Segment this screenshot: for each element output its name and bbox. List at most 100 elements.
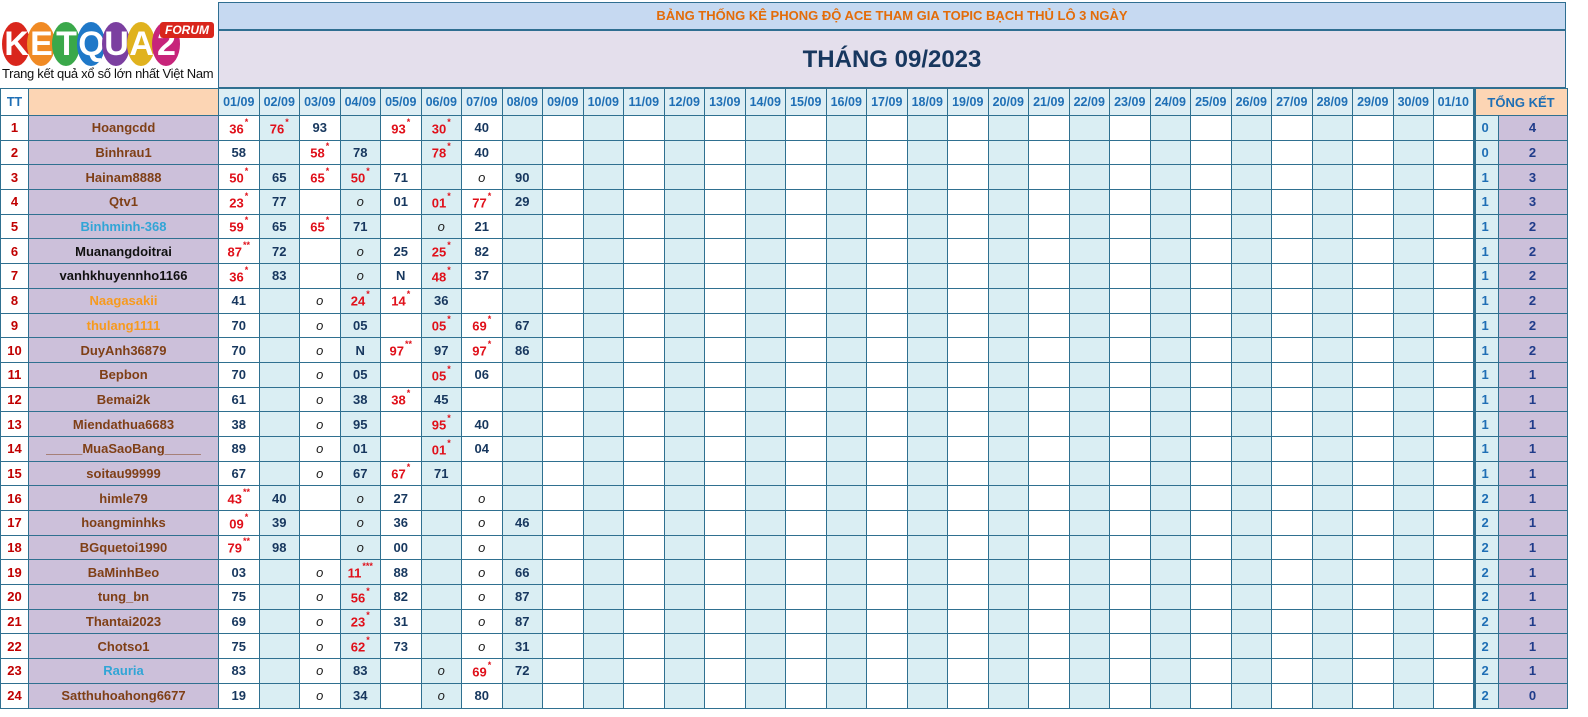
member-name[interactable]: hoangminhks: [28, 510, 219, 536]
day-cell: [1352, 386, 1394, 413]
day-cell: [1433, 534, 1475, 561]
member-name[interactable]: Binhminh-368: [28, 213, 219, 240]
day-cell: 65: [258, 213, 300, 240]
day-value: o: [316, 465, 324, 481]
day-cell: 37: [461, 263, 503, 289]
day-cell: [1109, 312, 1151, 339]
summary-col-1: 1: [1472, 238, 1499, 265]
day-value: 00: [393, 540, 408, 556]
day-value: o: [437, 663, 445, 679]
day-cell: [1149, 435, 1191, 462]
member-name[interactable]: DuyAnh36879: [28, 337, 219, 363]
day-cell: [987, 658, 1029, 684]
member-name[interactable]: Muanangdoitrai: [28, 238, 219, 265]
day-cell: 34: [339, 682, 381, 709]
day-cell: [1352, 213, 1394, 240]
summary-col-1: 1: [1472, 411, 1499, 437]
day-cell: [542, 189, 584, 215]
day-cell: [785, 658, 827, 684]
day-cell: [542, 584, 584, 610]
day-cell: [1352, 189, 1394, 215]
day-cell: 93*: [380, 115, 422, 141]
day-cell: [1433, 411, 1475, 437]
day-cell: [825, 361, 867, 388]
member-name[interactable]: thulang1111: [28, 312, 219, 339]
day-cell: [866, 633, 908, 660]
table-row: 16 himle79 43** 40 o 27 o 2 1: [0, 485, 1568, 511]
day-cell: [582, 658, 624, 684]
day-cell: [501, 213, 543, 240]
day-cell: [582, 213, 624, 240]
day-cell: [1311, 633, 1353, 660]
day-cell: [1433, 164, 1475, 191]
day-cell: [906, 559, 948, 586]
day-value: 75: [231, 638, 246, 654]
day-cell: [906, 608, 948, 635]
day-cell: [1433, 460, 1475, 487]
summary-col-1: 1: [1472, 189, 1499, 215]
day-cell: 25*: [420, 238, 462, 265]
member-name[interactable]: Hoangcdd: [28, 115, 219, 141]
member-name[interactable]: Rauria: [28, 658, 219, 684]
day-cell: [542, 312, 584, 339]
member-name[interactable]: Miendathua6683: [28, 411, 219, 437]
day-cell: [1392, 460, 1434, 487]
member-name[interactable]: vanhkhuyennho1166: [28, 263, 219, 289]
day-cell: [987, 361, 1029, 388]
day-value: 05: [431, 318, 447, 334]
member-name[interactable]: himle79: [28, 485, 219, 511]
day-cell: [623, 312, 665, 339]
day-cell: [380, 213, 422, 240]
site-logo[interactable]: KE TQUA 2 FORUM Trang kết quả xổ số lớn nh…: [0, 0, 218, 88]
day-cell: [947, 485, 989, 511]
day-cell: [1028, 361, 1070, 388]
summary-col-1: 1: [1472, 386, 1499, 413]
member-name[interactable]: BaMinhBeo: [28, 559, 219, 586]
member-name[interactable]: Qtv1: [28, 189, 219, 215]
member-name[interactable]: Chotso1: [28, 633, 219, 660]
day-cell: [1352, 263, 1394, 289]
day-cell: [582, 115, 624, 141]
day-cell: [1190, 658, 1232, 684]
member-name[interactable]: Hainam8888: [28, 164, 219, 191]
day-cell: [744, 584, 786, 610]
day-cell: [1028, 435, 1070, 462]
day-cell: [582, 682, 624, 709]
member-name[interactable]: _____MuaSaoBang_____: [28, 435, 219, 462]
day-cell: [542, 460, 584, 487]
member-name[interactable]: Bemai2k: [28, 386, 219, 413]
day-cell: [866, 139, 908, 166]
hit-stars: *: [487, 190, 492, 201]
day-cell: [1109, 534, 1151, 561]
day-value: 31: [515, 638, 530, 654]
day-cell: [785, 460, 827, 487]
member-name[interactable]: tung_bn: [28, 584, 219, 610]
day-cell: [501, 460, 543, 487]
col-header-date: 02/09: [258, 88, 300, 116]
day-cell: [1028, 263, 1070, 289]
member-name[interactable]: Binhrau1: [28, 139, 219, 166]
day-cell: [947, 559, 989, 586]
day-cell: [623, 337, 665, 363]
day-value: 36: [229, 121, 244, 136]
day-cell: [785, 361, 827, 388]
member-name[interactable]: Thantai2023: [28, 608, 219, 635]
day-cell: [1190, 559, 1232, 586]
member-name[interactable]: Satthuhoahong6677: [28, 682, 219, 709]
day-cell: [339, 115, 381, 141]
day-cell: [866, 189, 908, 215]
col-header-date: 08/09: [501, 88, 543, 116]
day-value: 75: [231, 589, 246, 605]
day-cell: [663, 510, 705, 536]
member-name[interactable]: Naagasakii: [28, 287, 219, 314]
day-cell: [1392, 139, 1434, 166]
summary-col-1: 1: [1472, 460, 1499, 487]
member-name[interactable]: BGquetoi1990: [28, 534, 219, 561]
day-cell: [744, 115, 786, 141]
col-header-date: 15/09: [785, 88, 827, 116]
day-cell: 97: [420, 337, 462, 363]
day-cell: 78*: [420, 139, 462, 166]
member-name[interactable]: soitau99999: [28, 460, 219, 487]
day-cell: [663, 337, 705, 363]
member-name[interactable]: Bepbon: [28, 361, 219, 388]
